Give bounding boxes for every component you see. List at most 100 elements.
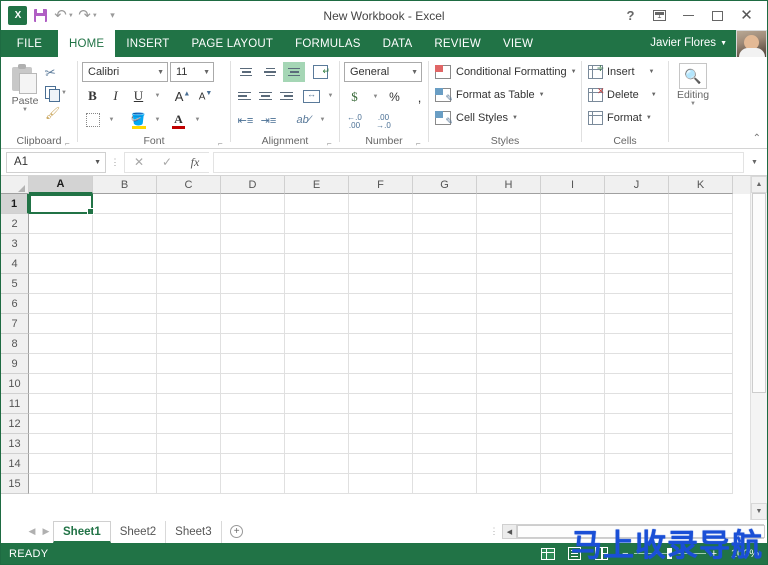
clipboard-dialog-launcher[interactable]: ⌐ [65,139,74,148]
cell-E2[interactable] [285,214,349,234]
cell-J10[interactable] [605,374,669,394]
cell-G12[interactable] [413,414,477,434]
cell-D9[interactable] [221,354,285,374]
increase-indent-button[interactable]: ⇥≡ [258,110,279,130]
cell-I5[interactable] [541,274,605,294]
grow-font-button[interactable]: A▲ [172,86,193,106]
cell-E14[interactable] [285,454,349,474]
alignment-dialog-launcher[interactable]: ⌐ [327,139,336,148]
cell-H14[interactable] [477,454,541,474]
cell-D13[interactable] [221,434,285,454]
cell-D12[interactable] [221,414,285,434]
cell-E12[interactable] [285,414,349,434]
cell-G3[interactable] [413,234,477,254]
cell-A1[interactable] [29,194,94,215]
vertical-scrollbar[interactable]: ▲ ▼ [750,176,767,520]
cell-E1[interactable] [285,194,349,214]
underline-caret-button[interactable]: ▼ [151,86,162,106]
cell-A2[interactable] [29,214,93,234]
cell-H11[interactable] [477,394,541,414]
number-dialog-launcher[interactable]: ⌐ [416,139,425,148]
cell-K1[interactable] [669,194,733,214]
cell-styles-button[interactable]: ✎ Cell Styles ▼ [435,107,577,129]
cell-C13[interactable] [157,434,221,454]
save-button[interactable] [29,5,51,27]
cell-C11[interactable] [157,394,221,414]
zoom-in-button[interactable]: + [711,548,717,560]
scroll-down-button[interactable]: ▼ [751,503,767,520]
accounting-caret-button[interactable]: ▼ [369,87,380,107]
cell-J3[interactable] [605,234,669,254]
tab-review[interactable]: REVIEW [423,30,492,57]
cell-F3[interactable] [349,234,413,254]
scroll-left-button[interactable]: ◀ [502,524,517,539]
orientation-caret-button[interactable]: ▼ [316,110,327,130]
insert-cells-button[interactable]: ✛ Insert ▼ [588,61,664,83]
cell-K15[interactable] [669,474,733,494]
row-header-8[interactable]: 8 [1,334,29,354]
expand-formula-bar-button[interactable]: ▼ [748,159,761,166]
cell-C8[interactable] [157,334,221,354]
cell-K11[interactable] [669,394,733,414]
cell-G2[interactable] [413,214,477,234]
cell-J2[interactable] [605,214,669,234]
cell-A5[interactable] [29,274,93,294]
cell-C4[interactable] [157,254,221,274]
zoom-thumb[interactable] [666,547,672,559]
tab-view[interactable]: VIEW [492,30,544,57]
avatar[interactable] [736,30,767,59]
cell-G5[interactable] [413,274,477,294]
align-center-button[interactable] [256,86,275,106]
font-color-button[interactable]: A [168,110,189,130]
cell-C1[interactable] [157,194,221,214]
top-align-button[interactable] [235,62,257,82]
column-header-i[interactable]: I [541,176,605,194]
column-header-h[interactable]: H [477,176,541,194]
cell-K8[interactable] [669,334,733,354]
tab-home[interactable]: HOME [58,30,116,57]
cell-K14[interactable] [669,454,733,474]
cell-H1[interactable] [477,194,541,214]
row-header-3[interactable]: 3 [1,234,29,254]
fill-color-caret-button[interactable]: ▼ [151,110,162,130]
vertical-scroll-track[interactable] [751,193,767,503]
redo-button[interactable]: ↷ ▼ [77,5,99,27]
customize-qat-button[interactable]: ▾ [101,5,123,27]
cell-E11[interactable] [285,394,349,414]
cell-K9[interactable] [669,354,733,374]
cell-D15[interactable] [221,474,285,494]
cell-F7[interactable] [349,314,413,334]
cell-B7[interactable] [93,314,157,334]
account-area[interactable]: Javier Flores ▼ [650,30,767,59]
cell-F4[interactable] [349,254,413,274]
decrease-indent-button[interactable]: ⇤≡ [235,110,256,130]
cell-A3[interactable] [29,234,93,254]
row-header-10[interactable]: 10 [1,374,29,394]
cell-I13[interactable] [541,434,605,454]
row-header-11[interactable]: 11 [1,394,29,414]
cell-A9[interactable] [29,354,93,374]
page-break-preview-button[interactable] [593,546,610,561]
cell-F10[interactable] [349,374,413,394]
sheet-tab-sheet3[interactable]: Sheet3 [166,521,222,543]
cell-H15[interactable] [477,474,541,494]
cell-K13[interactable] [669,434,733,454]
cell-H13[interactable] [477,434,541,454]
cell-J12[interactable] [605,414,669,434]
merge-center-button[interactable] [301,86,322,106]
cell-A11[interactable] [29,394,93,414]
cell-H9[interactable] [477,354,541,374]
conditional-formatting-button[interactable]: Conditional Formatting ▼ [435,61,577,83]
shrink-font-button[interactable]: A▼ [195,86,216,106]
row-header-4[interactable]: 4 [1,254,29,274]
row-header-2[interactable]: 2 [1,214,29,234]
wrap-text-button[interactable] [310,62,331,82]
horizontal-scroll-thumb[interactable] [517,525,765,538]
comma-format-button[interactable]: , [409,87,430,107]
format-as-table-button[interactable]: ✎ Format as Table ▼ [435,84,577,106]
column-header-c[interactable]: C [157,176,221,194]
cancel-formula-button[interactable]: ✕ [125,153,153,172]
cell-H7[interactable] [477,314,541,334]
cell-I8[interactable] [541,334,605,354]
cell-C6[interactable] [157,294,221,314]
